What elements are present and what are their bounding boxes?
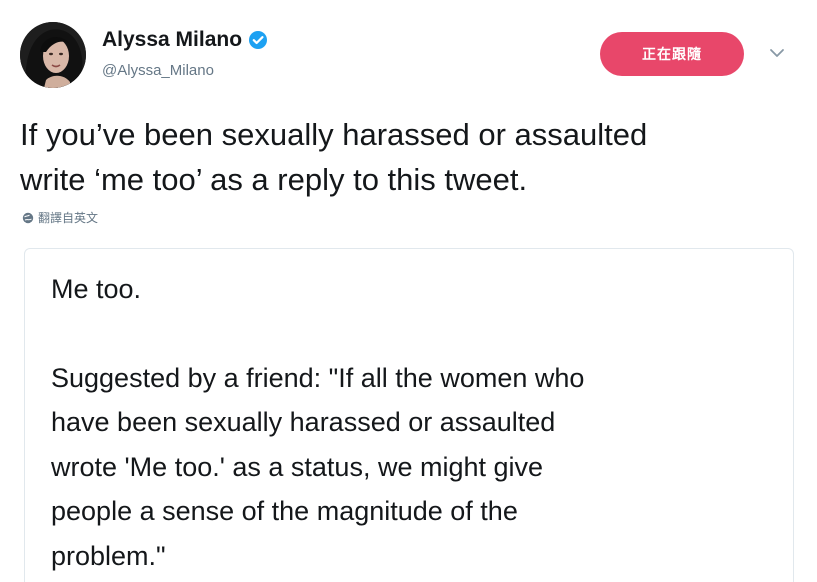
- quote-body-line: people a sense of the magnitude of the: [51, 496, 518, 526]
- tweet-text: If you’ve been sexually harassed or assa…: [20, 112, 805, 202]
- quote-body-line: have been sexually harassed or assaulted: [51, 407, 556, 437]
- tweet-text-line: write ‘me too’ as a reply to this tweet.: [20, 162, 528, 197]
- quote-first-line: Me too.: [51, 274, 142, 304]
- avatar-photo: [20, 22, 86, 88]
- quote-body-line: Suggested by a friend: "If all the women…: [51, 362, 585, 393]
- author-name-row: Alyssa Milano: [102, 28, 268, 52]
- verified-badge-icon: [249, 31, 268, 49]
- chevron-down-icon[interactable]: [768, 44, 786, 62]
- translate-label: 翻譯自英文: [38, 211, 99, 225]
- quoted-status-card[interactable]: Me too. Suggested by a friend: "If all t…: [24, 248, 794, 582]
- tweet-text-line: If you’ve been sexually harassed or assa…: [20, 117, 648, 152]
- quote-body-line: problem.": [51, 540, 166, 571]
- author-handle[interactable]: @Alyssa_Milano: [102, 62, 214, 79]
- author-display-name[interactable]: Alyssa Milano: [102, 28, 242, 52]
- following-button[interactable]: 正在跟隨: [600, 32, 744, 76]
- translate-link[interactable]: 翻譯自英文: [22, 209, 98, 226]
- globe-icon: [22, 212, 34, 223]
- avatar[interactable]: [20, 22, 86, 88]
- quote-paragraph-gap: [51, 312, 767, 356]
- quote-body-line: wrote 'Me too.' as a status, we might gi…: [51, 451, 544, 482]
- tweet: Alyssa Milano @Alyssa_Milano 正在跟隨 If you…: [0, 0, 817, 582]
